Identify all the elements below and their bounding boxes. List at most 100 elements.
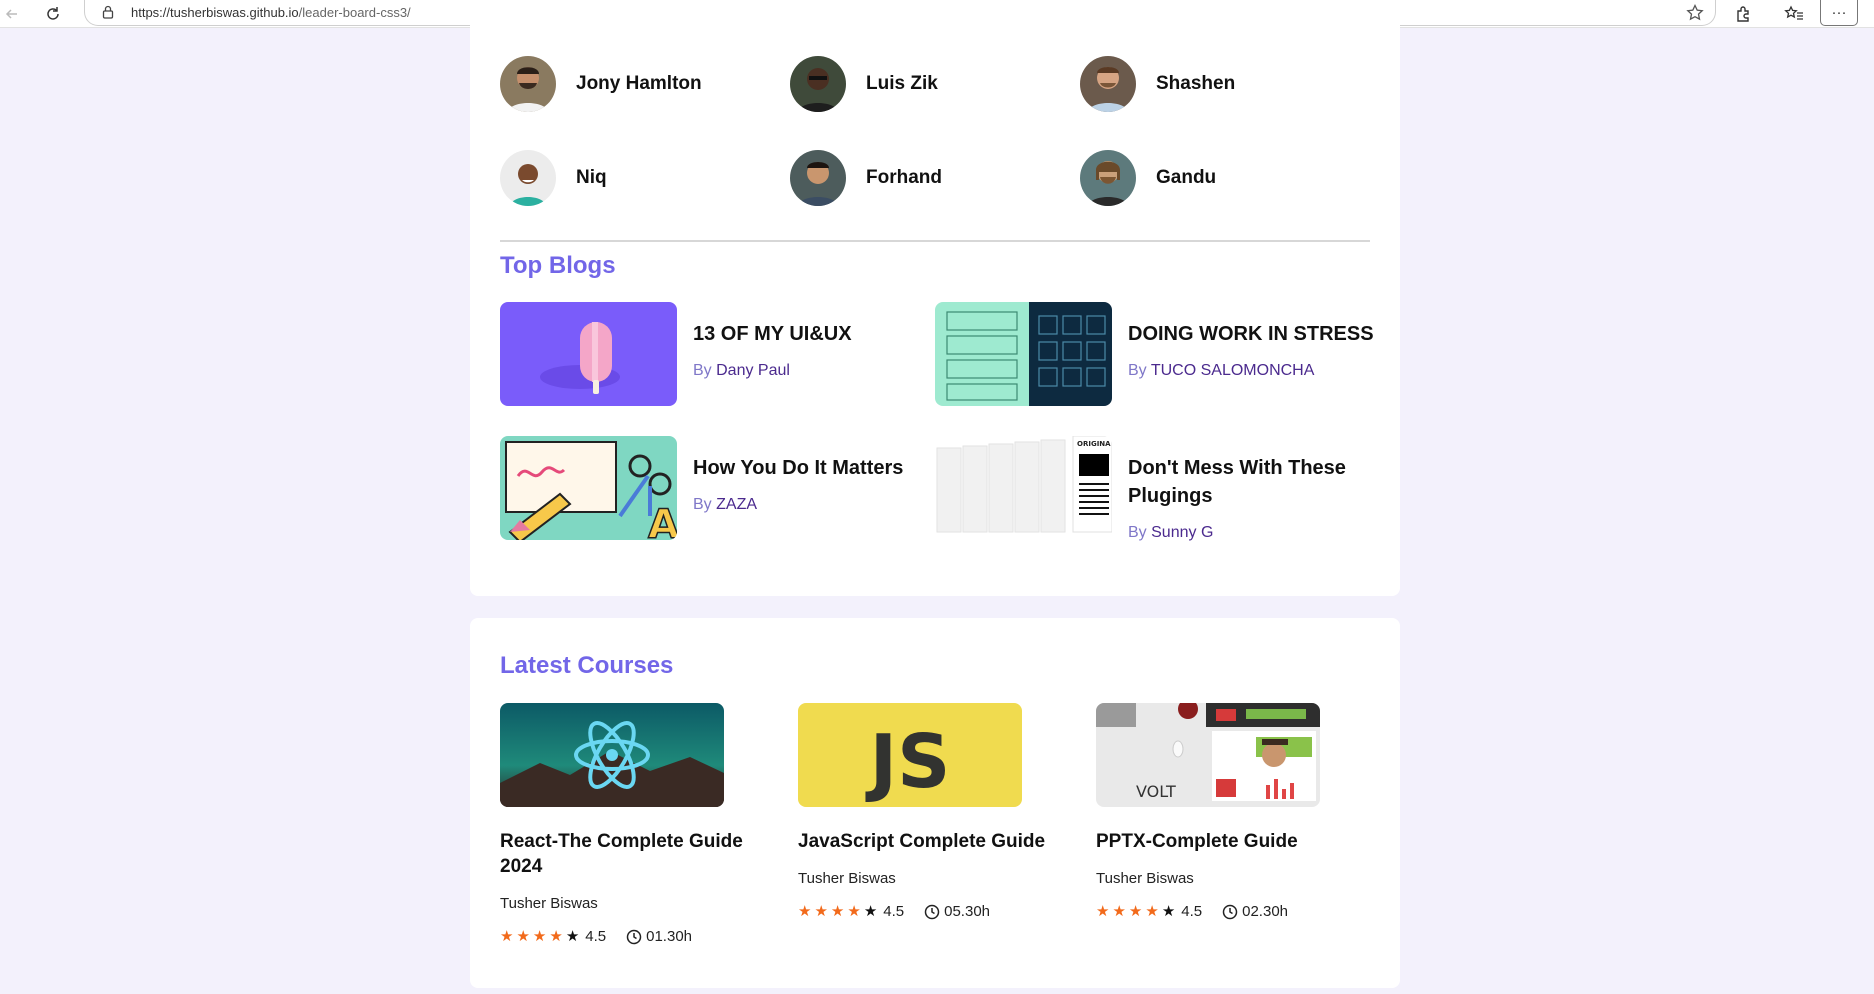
svg-text:A: A [648,502,677,540]
section-divider [500,240,1370,242]
course-title[interactable]: PPTX-Complete Guide [1096,829,1346,854]
blog-title[interactable]: DOING WORK IN STRESS [1128,320,1388,348]
blog-item[interactable]: ORIGINA Don't Mess With These Plugings B… [935,436,1388,542]
star-filled-icon: ★ [1128,903,1143,920]
blog-byline: By ZAZA [693,496,758,513]
course-card[interactable]: VOLT PPTX-Complete Guide Tusher Biswas ★… [1096,703,1356,920]
extensions-icon[interactable] [1732,2,1756,26]
favorite-star-icon[interactable] [1685,3,1705,23]
star-filled-icon: ★ [549,928,563,945]
star-filled-icon: ★ [847,903,861,920]
course-meta: ★ ★ ★ ★ ★ 4.5 05.30h [798,903,1058,920]
star-filled-icon: ★ [516,928,530,945]
section-title-latest-courses: Latest Courses [500,652,674,679]
star-empty-icon: ★ [1161,903,1176,920]
svg-text:ORIGINA: ORIGINA [1077,440,1111,448]
rating-stars: ★ ★ ★ ★ ★ [500,929,582,944]
person-name: Gandu [1156,167,1217,188]
star-filled-icon: ★ [500,928,514,945]
course-author: Tusher Biswas [500,895,598,912]
avatar [790,56,846,112]
avatar [1080,56,1136,112]
course-thumbnail [500,703,724,807]
course-title[interactable]: React-The Complete Guide 2024 [500,829,750,879]
star-empty-icon: ★ [863,903,878,920]
rating-stars: ★ ★ ★ ★ ★ [1096,904,1178,919]
reload-icon[interactable] [41,2,65,26]
clock-icon [626,929,642,944]
blog-info: How You Do It Matters By ZAZA [693,436,953,540]
url-text: https://tusherbiswas.github.io/leader-bo… [131,5,411,20]
leaderboard-card: Jony Hamlton Luis Zik Shashen Niq Forhan… [470,12,1400,596]
blog-author[interactable]: Sunny G [1151,524,1213,541]
blog-item[interactable]: DOING WORK IN STRESS By TUCO SALOMONCHA [935,302,1388,406]
blog-byline: By Dany Paul [693,362,790,379]
clock-icon [924,904,940,919]
person-name: Forhand [866,167,942,188]
star-filled-icon: ★ [1112,903,1126,920]
svg-text:JS: JS [865,719,951,805]
svg-text:VOLT: VOLT [1136,782,1176,801]
avatar [500,150,556,206]
rating-value: 4.5 [1181,903,1203,920]
blog-author[interactable]: ZAZA [716,496,757,513]
person-card[interactable]: Niq [500,150,607,206]
blog-author[interactable]: Dany Paul [716,362,790,379]
star-filled-icon: ★ [798,903,812,920]
person-card[interactable]: Gandu [1080,150,1216,206]
blog-thumbnail: A [500,436,677,540]
course-author: Tusher Biswas [1096,870,1194,887]
person-card[interactable]: Forhand [790,150,942,206]
star-filled-icon: ★ [1145,903,1159,920]
back-icon[interactable] [0,2,24,26]
blog-thumbnail [935,302,1112,406]
person-card[interactable]: Luis Zik [790,56,938,112]
star-empty-icon: ★ [565,928,580,945]
avatar [790,150,846,206]
course-card[interactable]: JS JavaScript Complete Guide Tusher Bisw… [798,703,1058,920]
course-title[interactable]: JavaScript Complete Guide [798,829,1048,854]
course-duration: 05.30h [944,903,991,920]
course-meta: ★ ★ ★ ★ ★ 4.5 01.30h [500,928,760,945]
blog-byline: By TUCO SALOMONCHA [1128,362,1315,379]
blog-item[interactable]: A How You Do It Matters By ZAZA [500,436,953,540]
person-card[interactable]: Shashen [1080,56,1235,112]
course-duration: 02.30h [1242,903,1289,920]
blog-author[interactable]: TUCO SALOMONCHA [1151,362,1315,379]
blog-byline: By Sunny G [1128,524,1214,541]
blog-item[interactable]: 13 OF MY UI&UX By Dany Paul [500,302,953,406]
courses-card: Latest Courses React-The Complete Guide … [470,618,1400,988]
blog-info: Don't Mess With These Plugings By Sunny … [1128,436,1388,542]
section-title-top-blogs: Top Blogs [500,252,616,279]
rating-stars: ★ ★ ★ ★ ★ [798,904,880,919]
blog-info: DOING WORK IN STRESS By TUCO SALOMONCHA [1128,302,1388,406]
star-filled-icon: ★ [830,903,845,920]
star-filled-icon: ★ [1096,903,1110,920]
course-card[interactable]: React-The Complete Guide 2024 Tusher Bis… [500,703,760,945]
star-filled-icon: ★ [532,928,547,945]
rating-value: 4.5 [585,928,607,945]
favorites-icon[interactable] [1782,2,1806,26]
course-meta: ★ ★ ★ ★ ★ 4.5 02.30h [1096,903,1356,920]
blog-title[interactable]: 13 OF MY UI&UX [693,320,953,348]
course-thumbnail: JS [798,703,1022,807]
lock-icon [102,5,114,19]
blog-thumbnail [500,302,677,406]
clock-icon [1222,904,1238,919]
rating-value: 4.5 [883,903,905,920]
course-duration: 01.30h [646,928,693,945]
more-options-button[interactable]: ··· [1820,0,1858,26]
avatar [1080,150,1136,206]
blog-thumbnail: ORIGINA [935,436,1112,540]
blog-title[interactable]: How You Do It Matters [693,454,953,482]
course-thumbnail: VOLT [1096,703,1320,807]
avatar [500,56,556,112]
star-filled-icon: ★ [814,903,828,920]
person-name: Shashen [1156,73,1236,94]
person-name: Luis Zik [866,73,938,94]
person-name: Jony Hamlton [576,73,702,94]
blog-info: 13 OF MY UI&UX By Dany Paul [693,302,953,406]
person-name: Niq [576,167,607,188]
person-card[interactable]: Jony Hamlton [500,56,702,112]
blog-title[interactable]: Don't Mess With These Plugings [1128,454,1388,510]
